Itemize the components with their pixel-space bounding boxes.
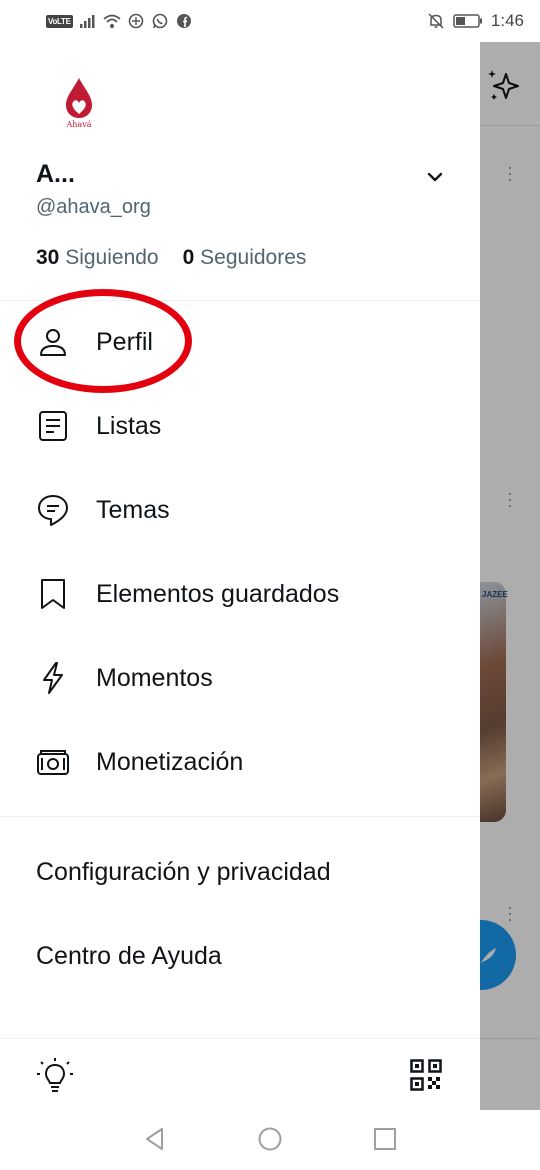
menu-item-label: Listas (96, 411, 162, 440)
back-icon[interactable] (142, 1126, 168, 1152)
highlight-annotation-circle (14, 289, 192, 393)
menu-item-configuracion-privacidad[interactable]: Configuración y privacidad (36, 858, 331, 887)
whatsapp-icon (152, 13, 167, 29)
app-notification-icon (128, 13, 143, 29)
system-navigation-bar (0, 1110, 540, 1170)
menu-item-temas[interactable]: Temas (0, 474, 480, 546)
account-handle: @ahava_org (36, 196, 151, 218)
menu-item-label: Monetización (96, 747, 244, 776)
profile-avatar[interactable]: Ahavá (56, 76, 102, 132)
facebook-icon (176, 14, 191, 28)
menu-item-listas[interactable]: Listas (0, 390, 480, 462)
menu-item-elementos-guardados[interactable]: Elementos guardados (0, 558, 480, 630)
drawer-footer (0, 1038, 480, 1110)
logo-text: Ahavá (66, 120, 92, 129)
list-icon (39, 411, 67, 441)
following-count: 30 (36, 246, 60, 269)
menu-item-label: Elementos guardados (96, 579, 340, 608)
topics-icon (38, 495, 68, 526)
followers-link[interactable]: 0 Seguidores (183, 246, 307, 270)
signal-icon (79, 15, 95, 28)
status-bar: VoLTE 1:46 (0, 0, 540, 42)
menu-item-label: Momentos (96, 663, 213, 692)
qr-code-icon[interactable] (410, 1059, 442, 1091)
recents-icon[interactable] (372, 1126, 398, 1152)
followers-label: Seguidores (200, 246, 307, 269)
volte-icon: VoLTE (46, 14, 73, 28)
followers-count: 0 (182, 246, 195, 269)
bookmark-icon (41, 579, 65, 609)
chevron-down-icon[interactable] (424, 166, 446, 188)
drawer-scrim[interactable] (480, 42, 540, 1110)
following-link[interactable]: 30 Siguiendo (36, 246, 159, 270)
following-label: Siguiendo (65, 246, 159, 269)
follow-stats: 30 Siguiendo 0 Seguidores (36, 246, 306, 270)
account-display-name[interactable]: A... (36, 160, 75, 189)
home-icon[interactable] (257, 1126, 283, 1152)
battery-icon (453, 14, 482, 28)
notifications-muted-icon (428, 13, 444, 29)
navigation-drawer: Ahavá A... @ahava_org 30 Siguiendo 0 Seg… (0, 42, 480, 1110)
wifi-icon (103, 14, 121, 28)
menu-item-label: Temas (96, 495, 170, 524)
lightbulb-icon[interactable] (36, 1057, 74, 1095)
menu-item-monetizacion[interactable]: Monetización (0, 726, 480, 798)
lightning-icon (43, 662, 63, 694)
clock: 1:46 (490, 11, 524, 30)
money-icon (37, 750, 69, 775)
menu-item-momentos[interactable]: Momentos (0, 642, 480, 714)
ahava-logo-icon (66, 78, 92, 118)
divider (0, 816, 480, 817)
menu-item-centro-ayuda[interactable]: Centro de Ayuda (36, 942, 222, 971)
